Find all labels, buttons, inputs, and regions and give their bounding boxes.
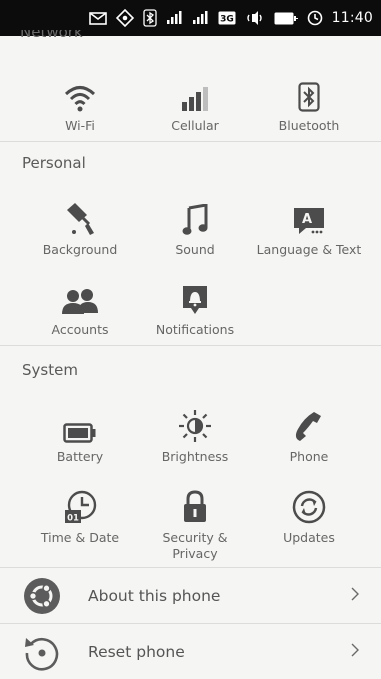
- 3g-icon: 3G: [218, 11, 236, 25]
- network-type-label: 3G: [220, 15, 234, 25]
- tile-label: Brightness: [161, 449, 229, 464]
- accounts-icon: [21, 276, 139, 316]
- tile-label: Sound: [175, 242, 215, 257]
- tile-cellular[interactable]: Cellular: [136, 72, 254, 134]
- tile-label: Cellular: [171, 118, 219, 133]
- section-header-personal: Personal: [22, 154, 86, 172]
- row-label: Reset phone: [88, 642, 185, 661]
- status-time: 11:40: [331, 10, 373, 26]
- battery-icon: [21, 403, 139, 443]
- tile-phone[interactable]: Phone: [250, 403, 368, 465]
- tile-battery[interactable]: Battery: [21, 403, 139, 465]
- tile-label: Bluetooth: [278, 118, 340, 133]
- divider: [0, 141, 381, 142]
- paint-roller-icon: [21, 196, 139, 236]
- gps-icon: [115, 9, 134, 27]
- tile-time-date[interactable]: 01 Time & Date: [21, 484, 139, 546]
- tile-label: Language & Text: [256, 242, 362, 257]
- ubuntu-logo-icon: [23, 577, 61, 615]
- clock-calendar-icon: 01: [21, 484, 139, 524]
- reset-phone-row[interactable]: Reset phone: [0, 624, 381, 679]
- tile-label: Battery: [56, 449, 104, 464]
- about-phone-row[interactable]: About this phone: [0, 568, 381, 623]
- bluetooth-icon: [142, 9, 157, 27]
- phone-icon: [250, 403, 368, 443]
- reset-icon: [23, 633, 61, 671]
- section-header-network: Network: [20, 30, 83, 40]
- tile-label: Security & Privacy: [162, 530, 228, 561]
- chevron-right-icon: [351, 586, 359, 605]
- tile-brightness[interactable]: Brightness: [136, 403, 254, 465]
- lock-icon: [136, 484, 254, 524]
- svg-text:A: A: [302, 212, 312, 227]
- volume-icon: [245, 11, 265, 25]
- section-header-system: System: [22, 361, 78, 379]
- updates-icon: [250, 484, 368, 524]
- cellular-icon: [136, 72, 254, 112]
- notification-bell-icon: [136, 276, 254, 316]
- brightness-icon: [136, 403, 254, 443]
- row-label: About this phone: [88, 586, 221, 605]
- signal-icon: [166, 11, 183, 25]
- battery-icon: [274, 12, 298, 25]
- tile-security-privacy[interactable]: Security & Privacy: [136, 484, 254, 562]
- wifi-icon: [21, 72, 139, 112]
- keyboard-language-icon: A: [250, 196, 368, 236]
- message-icon: [88, 11, 107, 25]
- tile-label: Notifications: [155, 322, 235, 337]
- tile-label: Phone: [289, 449, 329, 464]
- tile-updates[interactable]: Updates: [250, 484, 368, 546]
- signal-icon: [192, 11, 209, 25]
- tile-label: Background: [42, 242, 118, 257]
- chevron-right-icon: [351, 642, 359, 661]
- bluetooth-icon: [250, 72, 368, 112]
- tile-bluetooth[interactable]: Bluetooth: [250, 72, 368, 134]
- alarm-icon: [307, 10, 323, 26]
- svg-text:01: 01: [67, 514, 79, 524]
- tile-notifications[interactable]: Notifications: [136, 276, 254, 338]
- tile-background[interactable]: Background: [21, 196, 139, 258]
- tile-accounts[interactable]: Accounts: [21, 276, 139, 338]
- tile-label: Accounts: [51, 322, 109, 337]
- music-note-icon: [136, 196, 254, 236]
- tile-wifi[interactable]: Wi-Fi: [21, 72, 139, 134]
- divider: [0, 345, 381, 346]
- tile-label: Time & Date: [40, 530, 120, 545]
- tile-language-text[interactable]: A Language & Text: [250, 196, 368, 258]
- tile-sound[interactable]: Sound: [136, 196, 254, 258]
- tile-label: Wi-Fi: [65, 118, 95, 133]
- tile-label: Updates: [283, 530, 335, 545]
